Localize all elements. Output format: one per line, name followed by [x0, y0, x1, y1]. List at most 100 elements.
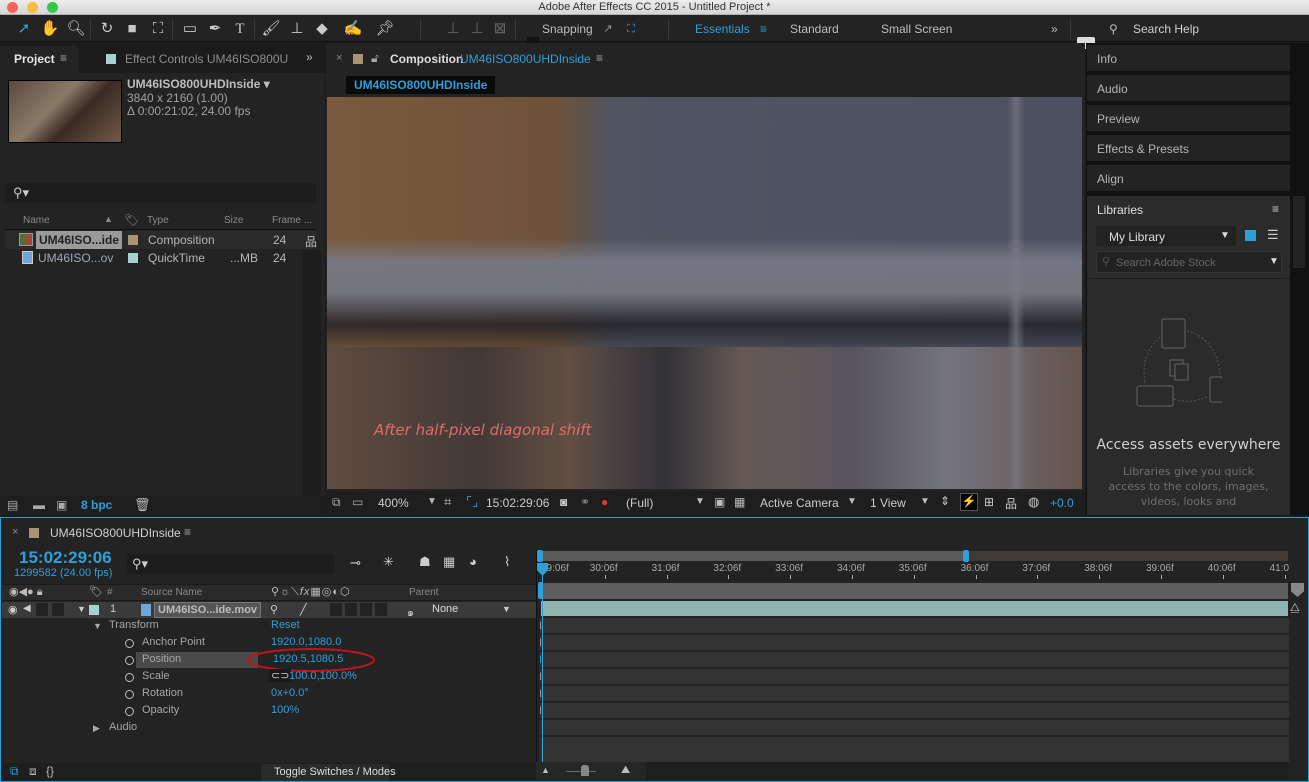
layer-switches-pane-icon[interactable]: ⧉ [10, 764, 19, 779]
new-folder-icon[interactable]: ▬ [33, 498, 45, 512]
project-item-row[interactable]: UM46ISO...ov QuickTime ...MB 24 [5, 249, 316, 267]
interpret-footage-icon[interactable]: ▤ [7, 498, 18, 512]
grid-view-icon[interactable] [1245, 230, 1256, 241]
effect-switch[interactable] [330, 603, 342, 616]
property-rotation[interactable]: Rotation [142, 687, 183, 699]
time-navigator-start-handle[interactable] [537, 550, 543, 562]
scale-value[interactable]: 100.0,100.0% [289, 670, 357, 682]
opacity-value[interactable]: 100% [271, 704, 299, 716]
flowchart-icon[interactable]: 品 [305, 233, 317, 250]
layer-bar-end-icon[interactable]: ⧋ [1290, 602, 1300, 615]
camera-view-select[interactable]: Active Camera [760, 496, 839, 510]
layer-name[interactable]: UM46ISO...ide.mov [154, 602, 262, 618]
zoom-tool-icon[interactable]: 🔍︎ [66, 19, 86, 39]
pan-behind-tool-icon[interactable]: ⛶ [148, 19, 168, 39]
region-of-interest-icon[interactable]: ⌜⌟ [466, 494, 478, 510]
flowchart-icon[interactable]: 品 [1005, 495, 1017, 512]
column-frame-rate[interactable]: Frame ... [272, 215, 312, 226]
libraries-menu-icon[interactable]: ≡ [1272, 202, 1279, 216]
motion-blur-switch[interactable] [360, 603, 372, 616]
solo-toggle[interactable] [36, 603, 48, 616]
transform-reset-link[interactable]: Reset [271, 619, 300, 631]
fast-previews-icon[interactable]: ▣ [714, 495, 725, 509]
timeline-search-input[interactable]: ⚲▾ [127, 554, 335, 574]
library-select[interactable]: My Library ▼ [1096, 226, 1236, 246]
panel-audio[interactable]: Audio [1087, 75, 1290, 103]
comp-tab-name[interactable]: UM46ISO800UHDInside [460, 52, 591, 66]
project-search-input[interactable]: ⚲▾ [5, 183, 316, 203]
property-opacity[interactable]: Opacity [142, 704, 179, 716]
workspace-essentials[interactable]: Essentials [695, 22, 750, 36]
zoom-out-icon[interactable]: ▲ [541, 765, 550, 775]
timeline-icon[interactable]: ⊞ [984, 495, 994, 509]
rectangle-tool-icon[interactable]: ▭ [180, 19, 200, 39]
column-layer-number[interactable]: # [107, 587, 113, 598]
in-out-pane-icon[interactable]: {} [46, 764, 54, 778]
workspace-small-screen[interactable]: Small Screen [881, 22, 952, 36]
workspace-standard[interactable]: Standard [790, 22, 839, 36]
layer-duration-bar[interactable] [541, 601, 1288, 616]
scale-stopwatch-icon[interactable] [125, 673, 134, 682]
position-stopwatch-icon[interactable] [125, 656, 134, 665]
parent-select[interactable]: None [432, 603, 458, 615]
snapshot-icon[interactable]: ◙ [560, 495, 567, 509]
layer-label-swatch[interactable] [89, 605, 99, 615]
snap-edges-icon[interactable]: ↗ [598, 19, 618, 39]
column-type[interactable]: Type [147, 215, 169, 226]
brush-tool-icon[interactable]: 🖌︎ [261, 19, 281, 39]
magnification-dropdown-icon[interactable]: ▼ [427, 496, 437, 507]
trash-icon[interactable]: 🗑︎ [134, 497, 151, 513]
anchor-point-stopwatch-icon[interactable] [125, 639, 134, 648]
selection-tool-icon[interactable]: ➚ [14, 19, 34, 39]
property-scale[interactable]: Scale [142, 670, 170, 682]
roto-brush-tool-icon[interactable]: ✍ [343, 19, 363, 39]
panel-info[interactable]: Info [1087, 45, 1290, 73]
view-axis-icon[interactable]: ⊠ [490, 19, 510, 39]
rotation-tool-icon[interactable]: ↻ [97, 19, 117, 39]
magnification-select[interactable]: 400% [378, 496, 409, 510]
exposure-value[interactable]: +0.0 [1050, 496, 1074, 510]
shy-switch-icon[interactable]: ⚲ [270, 603, 278, 616]
comp-panel-menu-icon[interactable]: ≡ [596, 51, 603, 65]
transfer-controls-pane-icon[interactable]: ⧈ [29, 764, 37, 779]
tab-project[interactable]: Project [14, 52, 55, 66]
rotation-stopwatch-icon[interactable] [125, 690, 134, 699]
current-time-display[interactable]: 15:02:29:06 [486, 496, 549, 510]
type-tool-icon[interactable]: T [230, 19, 250, 39]
column-parent[interactable]: Parent [409, 587, 438, 598]
show-snapshot-icon[interactable]: ⚭ [580, 495, 590, 509]
list-view-icon[interactable]: ☰ [1267, 227, 1279, 243]
panel-effects-presets[interactable]: Effects & Presets [1087, 135, 1290, 163]
frame-blending-icon[interactable]: ▦ [443, 554, 455, 570]
graph-editor-icon[interactable]: ⌇ [504, 554, 510, 570]
layer-row[interactable]: ◉ ◀︎ ▼ 1 UM46ISO...ide.mov ⚲ ╱ ๑ None ▼ [2, 602, 537, 619]
close-tab-icon[interactable]: × [336, 52, 342, 64]
pen-tool-icon[interactable]: ✒ [205, 19, 225, 39]
fast-draft-icon[interactable]: ⚡ [960, 493, 978, 511]
camera-dropdown-icon[interactable]: ▼ [847, 496, 857, 507]
world-axis-icon[interactable]: ⊥ [467, 19, 487, 39]
column-source-name[interactable]: Source Name [141, 587, 202, 598]
timeline-zoom-slider[interactable] [581, 765, 589, 776]
shy-layers-icon[interactable]: ☗ [419, 554, 431, 570]
search-help-field[interactable]: Search Help [1133, 22, 1199, 36]
label-swatch[interactable] [128, 253, 138, 263]
camera-tool-icon[interactable]: ■ [122, 19, 142, 39]
item-name[interactable]: UM46ISO...ide [36, 231, 123, 249]
audio-expand-icon[interactable]: ▶ [93, 723, 100, 734]
stock-search-input[interactable]: ⚲ Search Adobe Stock ▼ [1096, 251, 1282, 273]
rotation-value[interactable]: 0x+0.0° [271, 687, 309, 699]
channel-rgb-icon[interactable]: ● [601, 495, 608, 509]
color-depth-toggle[interactable]: 8 bpc [81, 498, 112, 512]
project-scrollbar[interactable] [303, 250, 321, 497]
toggle-pixel-aspect-icon[interactable]: ⇕ [940, 494, 950, 508]
title-action-safe-icon[interactable]: ⌗ [444, 494, 451, 510]
close-timeline-icon[interactable]: × [12, 526, 18, 538]
timeline-menu-icon[interactable]: ≡ [184, 525, 191, 539]
timeline-comp-name[interactable]: UM46ISO800UHDInside [50, 526, 181, 540]
project-panel-menu-icon[interactable]: ≡ [60, 51, 67, 65]
selected-item-name[interactable]: UM46ISO800UHDInside ▾ [127, 77, 270, 91]
workspace-overflow-icon[interactable]: » [1051, 22, 1058, 36]
draft-3d-icon[interactable]: ✳ [383, 554, 394, 570]
composition-flowchart-icon[interactable]: ⊸ [350, 555, 361, 571]
